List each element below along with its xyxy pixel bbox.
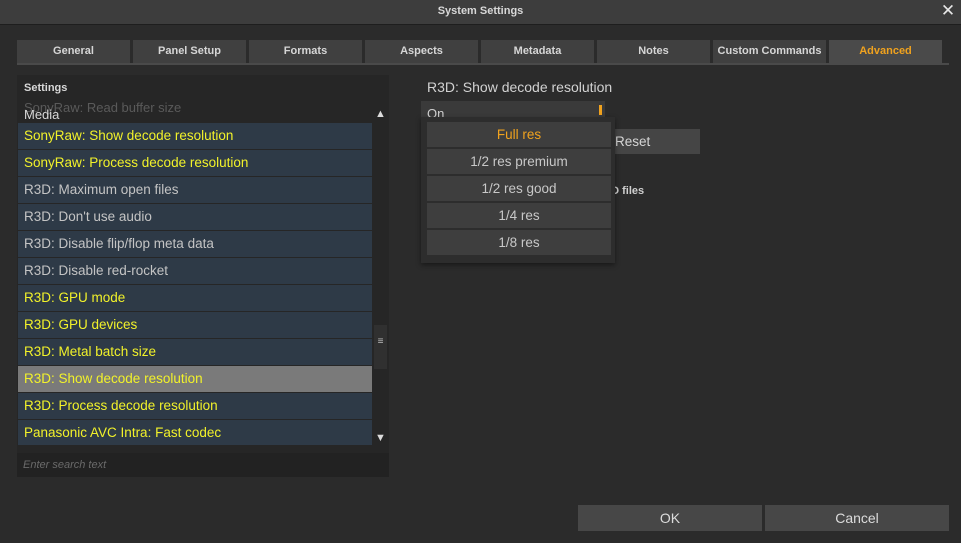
tab-bar: General Panel Setup Formats Aspects Meta…	[17, 40, 949, 63]
grip-icon: ≡	[377, 336, 384, 347]
list-item[interactable]: R3D: Maximum open files	[18, 177, 372, 203]
dropdown-menu: Full res 1/2 res premium 1/2 res good 1/…	[421, 117, 615, 263]
tab-formats[interactable]: Formats	[249, 40, 362, 63]
tab-underline	[17, 63, 949, 65]
tab-metadata[interactable]: Metadata	[481, 40, 594, 63]
close-icon[interactable]: ✕	[938, 1, 958, 21]
option-half-res-premium[interactable]: 1/2 res premium	[427, 149, 611, 174]
tab-advanced[interactable]: Advanced	[829, 40, 942, 63]
dropdown-marker-icon	[599, 105, 602, 115]
settings-panel: Settings SonyRaw: Read buffer size Media…	[17, 75, 389, 477]
reset-button[interactable]: Reset	[605, 129, 700, 154]
option-half-res-good[interactable]: 1/2 res good	[427, 176, 611, 201]
option-eighth-res[interactable]: 1/8 res	[427, 230, 611, 255]
list-item[interactable]: R3D: GPU mode	[18, 285, 372, 311]
option-quarter-res[interactable]: 1/4 res	[427, 203, 611, 228]
tab-custom-commands[interactable]: Custom Commands	[713, 40, 826, 63]
cancel-button[interactable]: Cancel	[765, 505, 949, 531]
list-item[interactable]: R3D: Metal batch size	[18, 339, 372, 365]
list-item[interactable]: R3D: GPU devices	[18, 312, 372, 338]
scroll-up-icon[interactable]: ▲	[372, 107, 389, 121]
group-label-media: Media	[24, 107, 60, 122]
ok-button[interactable]: OK	[578, 505, 762, 531]
list-item-selected[interactable]: R3D: Show decode resolution	[18, 366, 372, 392]
list-item[interactable]: R3D: Don't use audio	[18, 204, 372, 230]
search-input[interactable]	[17, 453, 389, 477]
setting-title: R3D: Show decode resolution	[427, 79, 613, 95]
tab-general[interactable]: General	[17, 40, 130, 63]
list-item[interactable]: SonyRaw: Show decode resolution	[18, 123, 372, 149]
list-scrollbar[interactable]: ▲ ≡ ▼	[372, 103, 389, 449]
window-title: System Settings	[437, 5, 524, 17]
title-bar: System Settings ✕	[0, 0, 961, 25]
list-item[interactable]: R3D: Disable red-rocket	[18, 258, 372, 284]
tab-notes[interactable]: Notes	[597, 40, 710, 63]
list-item[interactable]: R3D: Process decode resolution	[18, 393, 372, 419]
list-item[interactable]: R3D: Disable flip/flop meta data	[18, 231, 372, 257]
settings-list: SonyRaw: Show decode resolution SonyRaw:…	[18, 123, 372, 445]
list-item[interactable]: SonyRaw: Process decode resolution	[18, 150, 372, 176]
scroll-down-icon[interactable]: ▼	[372, 431, 389, 445]
list-item[interactable]: Panasonic AVC Intra: Fast codec	[18, 420, 372, 445]
option-full-res[interactable]: Full res	[427, 122, 611, 147]
settings-header: Settings	[24, 82, 68, 94]
tab-panel-setup[interactable]: Panel Setup	[133, 40, 246, 63]
scrollbar-thumb[interactable]: ≡	[374, 325, 387, 369]
tab-aspects[interactable]: Aspects	[365, 40, 478, 63]
